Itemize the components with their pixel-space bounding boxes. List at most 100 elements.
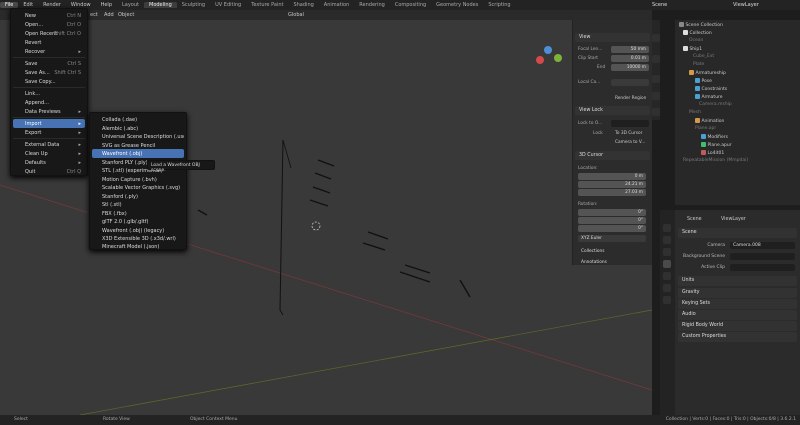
tab-compositing[interactable]: Compositing (390, 2, 431, 8)
tab-item[interactable] (652, 34, 660, 42)
rotation-label: Rotation: (578, 202, 598, 207)
render-region-checkbox[interactable]: Render Region (615, 96, 646, 101)
tab-michat[interactable] (652, 92, 660, 100)
cursor-rot-y[interactable]: 0° (578, 217, 646, 224)
outliner-row[interactable]: Plane.apr (675, 126, 800, 133)
menu-help[interactable]: Help (96, 2, 117, 8)
world-tab-icon[interactable] (663, 272, 671, 280)
select-menu-partial[interactable]: ect (90, 12, 98, 18)
outliner-row[interactable]: Plate (675, 62, 800, 69)
gravity-section[interactable]: Gravity (678, 288, 797, 298)
mesh-bar (317, 159, 335, 167)
outliner-row[interactable]: Camera.mship (675, 102, 800, 109)
menu-item-external-data[interactable]: External Data ▸ (13, 140, 85, 149)
menu-item-new[interactable]: New Ctrl N (13, 11, 85, 20)
output-tab-icon[interactable] (663, 248, 671, 256)
tab-modeling[interactable]: Modeling (144, 2, 177, 8)
texture-tab-icon[interactable] (663, 296, 671, 304)
tab-texture-paint[interactable]: Texture Paint (246, 2, 288, 8)
camera-to-view-checkbox[interactable]: Camera to V... (615, 140, 645, 145)
tab-view[interactable] (652, 75, 660, 83)
menu-item-recover[interactable]: Recover ▸ (13, 47, 85, 56)
outliner-row[interactable]: Plane.apur (675, 142, 800, 149)
clip-end-field[interactable]: 10000 m (611, 64, 649, 71)
background-scene-field[interactable] (730, 253, 795, 260)
transform-orientation[interactable]: Global (288, 12, 304, 18)
camera-field[interactable]: Camera.008 (730, 242, 795, 249)
rigid-body-world-section[interactable]: Rigid Body World (678, 321, 797, 331)
audio-section[interactable]: Audio (678, 310, 797, 320)
cursor-loc-z[interactable]: 27.03 m (578, 189, 646, 196)
outliner-row[interactable]: Collection (675, 30, 800, 37)
menu-item-export[interactable]: Export ▸ (13, 128, 85, 137)
menu-item-save[interactable]: Save Ctrl S (13, 59, 85, 68)
menu-item-clean-up[interactable]: Clean Up ▸ (13, 149, 85, 158)
tab-geometry-nodes[interactable]: Geometry Nodes (431, 2, 483, 8)
menu-item-revert[interactable]: Revert (13, 38, 85, 47)
outliner-row[interactable]: Constraints (675, 86, 800, 93)
outliner-row[interactable]: Armatureship (675, 70, 800, 77)
render-tab-icon[interactable] (663, 236, 671, 244)
outliner-row[interactable]: Ocean (675, 38, 800, 45)
scene-tab-icon[interactable] (663, 260, 671, 268)
collections-section[interactable]: Collections (581, 249, 605, 254)
cursor-rot-x[interactable]: 0° (578, 209, 646, 216)
menu-item-defaults[interactable]: Defaults ▸ (13, 158, 85, 167)
tab-shading[interactable]: Shading (288, 2, 318, 8)
tool-tab-icon[interactable] (663, 224, 671, 232)
object-menu[interactable]: Object (118, 12, 134, 18)
active-clip-field[interactable] (730, 264, 795, 271)
keying-sets-section[interactable]: Keying Sets (678, 299, 797, 309)
mesh-bar (314, 172, 332, 180)
cursor-rot-z[interactable]: 0° (578, 225, 646, 232)
menu-item-open[interactable]: Open... Ctrl O (13, 20, 85, 29)
annotations-section[interactable]: Annotations (581, 260, 607, 265)
tab-sculpting[interactable]: Sculpting (177, 2, 210, 8)
outliner-row[interactable]: Armature (675, 94, 800, 101)
menu-item-save-as[interactable]: Save As... Shift Ctrl S (13, 68, 85, 77)
outliner-row[interactable]: Lo4it01 (675, 150, 800, 157)
view-section[interactable]: View (575, 33, 650, 42)
menu-item-open-recent[interactable]: Open Recent Shift Ctrl O (13, 29, 85, 38)
outliner-row[interactable]: RepeatableMission (Mmpdai) (675, 158, 800, 165)
outliner-row[interactable]: Pose (675, 78, 800, 85)
units-section[interactable]: Units (678, 276, 797, 286)
outliner-row[interactable]: Modifiers (675, 134, 800, 141)
focal-length-field[interactable]: 50 mm (611, 46, 649, 53)
menu-item-save-copy[interactable]: Save Copy... (13, 77, 85, 86)
outliner-row[interactable]: Animation (675, 118, 800, 125)
cursor-loc-y[interactable]: 24.21 m (578, 181, 646, 188)
view-layer-selector[interactable]: ViewLayer (733, 2, 759, 8)
tab-scripting[interactable]: Scripting (483, 2, 515, 8)
menu-item-import[interactable]: Import ▸ (13, 119, 85, 128)
tab-uv-editing[interactable]: UV Editing (210, 2, 246, 8)
import-minecraft[interactable]: Minecraft Model (.json) (92, 242, 184, 251)
view-lock-section[interactable]: View Lock (575, 106, 650, 115)
outliner-row[interactable]: Ship1 (675, 46, 800, 53)
menu-item-link[interactable]: Link... (13, 89, 85, 98)
outliner-row[interactable]: Scene Collection (675, 22, 800, 29)
local-camera-field[interactable] (611, 79, 649, 86)
outliner-row[interactable]: Mesh (675, 110, 800, 117)
menu-item-data-previews[interactable]: Data Previews ▸ (13, 107, 85, 116)
tab-tool[interactable] (652, 55, 660, 63)
tab-layout[interactable]: Layout (117, 2, 144, 8)
to-3d-cursor-checkbox[interactable]: To 3D Cursor (615, 131, 642, 136)
chevron-right-icon: ▸ (78, 109, 81, 115)
object-tab-icon[interactable] (663, 284, 671, 292)
clip-start-field[interactable]: 0.01 m (611, 55, 649, 62)
cursor-loc-x[interactable]: 0 m (578, 173, 646, 180)
add-menu[interactable]: Add (104, 12, 114, 18)
scene-selector[interactable]: Scene (652, 2, 667, 8)
tab-rendering[interactable]: Rendering (354, 2, 390, 8)
custom-properties-section[interactable]: Custom Properties (678, 332, 797, 342)
menu-item-append[interactable]: Append... (13, 98, 85, 107)
tab-animation[interactable]: Animation (319, 2, 355, 8)
scene-section[interactable]: Scene (678, 228, 797, 238)
outliner-row[interactable]: Cube_Ext (675, 54, 800, 61)
rotation-mode-select[interactable]: XYZ Euler (578, 235, 646, 242)
tab-create[interactable] (652, 108, 660, 116)
menu-item-quit[interactable]: Quit Ctrl Q (13, 167, 85, 176)
lock-object-field[interactable] (611, 120, 649, 127)
3d-cursor-section[interactable]: 3D Cursor (575, 151, 650, 160)
